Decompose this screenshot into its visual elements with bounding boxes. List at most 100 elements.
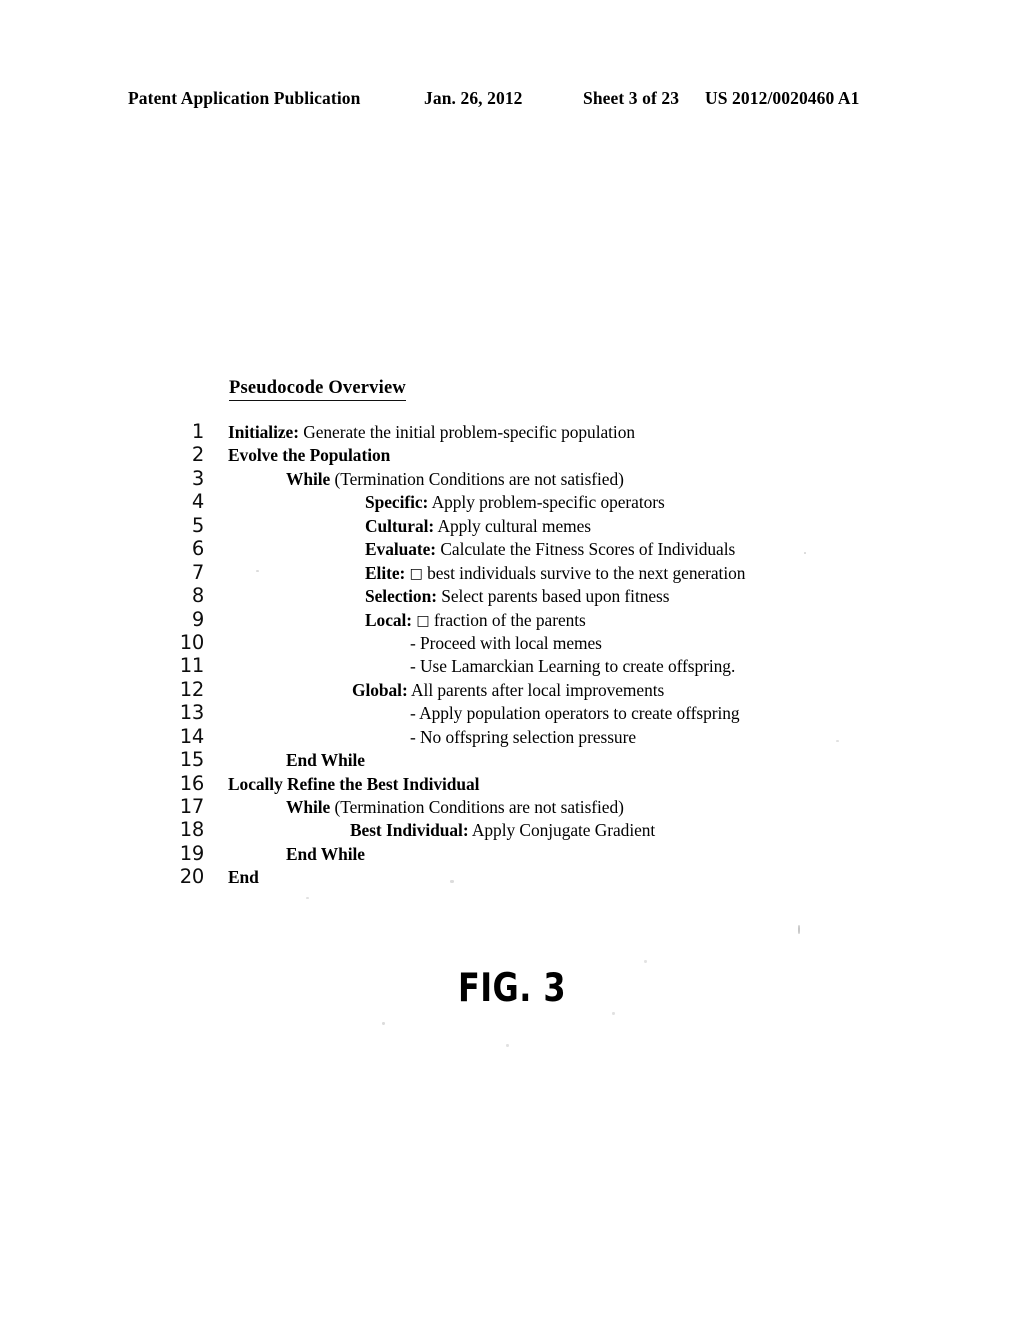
pseudocode-line-number: 3 bbox=[191, 466, 204, 490]
pseudocode-line: 11 - Use Lamarckian Learning to create of… bbox=[0, 655, 1024, 678]
pseudocode-line-text: - No offspring selection pressure bbox=[410, 727, 636, 748]
scan-speckle bbox=[612, 1012, 615, 1015]
pseudocode-line: 12 Global: All parents after local improv… bbox=[0, 679, 1024, 702]
pseudocode-body: Calculate the Fitness Scores of Individu… bbox=[436, 539, 736, 560]
pseudocode-body: Select parents based upon fitness bbox=[436, 586, 670, 607]
document-header: Patent Application Publication Jan. 26, … bbox=[0, 88, 1024, 114]
missing-character-box-icon: □ bbox=[409, 565, 423, 582]
pseudocode-title: Pseudocode Overview bbox=[229, 378, 406, 401]
pseudocode-keyword: Locally Refine the Best Individual bbox=[228, 773, 480, 794]
pseudocode-keyword: Specific: bbox=[365, 492, 429, 513]
pseudocode-line-number: 1 bbox=[191, 420, 204, 443]
pseudocode-body: (Termination Conditions are not satisfie… bbox=[330, 468, 624, 489]
pseudocode-line: 3 While (Termination Conditions are not s… bbox=[0, 468, 1024, 491]
pseudocode-line-number: 14 bbox=[179, 724, 205, 748]
pseudocode-line: 14 - No offspring selection pressure bbox=[0, 726, 1024, 749]
pseudocode-body: - Apply population operators to create o… bbox=[410, 703, 740, 724]
pseudocode-keyword: Local: bbox=[365, 609, 413, 630]
pseudocode-line-number: 15 bbox=[179, 748, 205, 772]
pseudocode-line: 9 Local: □ fraction of the parents bbox=[0, 609, 1024, 632]
pseudocode-body: - No offspring selection pressure bbox=[410, 726, 636, 747]
pseudocode-line-text: - Proceed with local memes bbox=[410, 633, 602, 654]
pseudocode-line-text: Evaluate: Calculate the Fitness Scores o… bbox=[365, 539, 735, 560]
pseudocode-listing: 1 Initialize: Generate the initial proble… bbox=[0, 421, 1024, 890]
pseudocode-line: 6 Evaluate: Calculate the Fitness Scores … bbox=[0, 538, 1024, 561]
scan-speckle bbox=[256, 570, 259, 572]
pseudocode-body: Apply problem-specific operators bbox=[428, 492, 665, 513]
pseudocode-line-number: 20 bbox=[179, 865, 205, 889]
pseudocode-line: 4 Specific: Apply problem-specific operat… bbox=[0, 491, 1024, 514]
pseudocode-line-number: 5 bbox=[191, 513, 204, 537]
pseudocode-line-number: 18 bbox=[179, 818, 205, 842]
pseudocode-line: 20 End bbox=[0, 866, 1024, 889]
scan-speckle bbox=[798, 925, 800, 934]
pseudocode-line-number: 6 bbox=[191, 537, 204, 561]
pseudocode-line: 2 Evolve the Population bbox=[0, 444, 1024, 467]
pseudocode-line-text: Evolve the Population bbox=[228, 445, 390, 466]
pseudocode-keyword: Selection: bbox=[365, 586, 437, 607]
pseudocode-line-text: Initialize: Generate the initial problem… bbox=[228, 422, 635, 443]
pseudocode-line-text: Cultural: Apply cultural memes bbox=[365, 516, 591, 537]
scan-speckle bbox=[804, 552, 806, 554]
pseudocode-keyword: Global: bbox=[352, 679, 408, 700]
scan-speckle bbox=[506, 1044, 509, 1047]
scan-speckle bbox=[382, 1022, 385, 1025]
pseudocode-line-number: 8 bbox=[191, 584, 204, 608]
pseudocode-body: Apply Conjugate Gradient bbox=[468, 820, 656, 841]
scan-speckle bbox=[644, 960, 647, 963]
pseudocode-body: □ best individuals survive to the next g… bbox=[409, 562, 746, 583]
pseudocode-line-text: Elite: □ best individuals survive to the… bbox=[365, 563, 745, 586]
pseudocode-line-text: While (Termination Conditions are not sa… bbox=[286, 469, 624, 490]
pseudocode-line-text: End While bbox=[286, 750, 365, 771]
pseudocode-line: 19 End While bbox=[0, 843, 1024, 866]
pseudocode-line-number: 7 bbox=[191, 560, 204, 584]
pseudocode-line-number: 11 bbox=[179, 654, 205, 678]
pseudocode-keyword: Elite: bbox=[365, 562, 406, 583]
header-publication-label: Patent Application Publication bbox=[128, 88, 361, 108]
pseudocode-line-text: Local: □ fraction of the parents bbox=[365, 610, 586, 633]
pseudocode-line: 18 Best Individual: Apply Conjugate Gradi… bbox=[0, 819, 1024, 842]
figure-caption: FIG. 3 bbox=[457, 966, 566, 1011]
patent-page: Patent Application Publication Jan. 26, … bbox=[0, 0, 1024, 1320]
pseudocode-line-text: While (Termination Conditions are not sa… bbox=[286, 797, 624, 818]
pseudocode-line: 16 Locally Refine the Best Individual bbox=[0, 773, 1024, 796]
pseudocode-line-number: 13 bbox=[179, 701, 205, 725]
pseudocode-line-number: 19 bbox=[179, 841, 205, 865]
scan-speckle bbox=[836, 740, 839, 742]
header-patent-number: US 2012/0020460 A1 bbox=[705, 88, 860, 108]
header-publication-date: Jan. 26, 2012 bbox=[424, 88, 523, 108]
pseudocode-keyword: Evaluate: bbox=[365, 539, 437, 560]
scan-speckle bbox=[450, 880, 454, 883]
pseudocode-line-text: End bbox=[228, 867, 259, 888]
pseudocode-keyword: Cultural: bbox=[365, 515, 435, 536]
pseudocode-line-number: 17 bbox=[179, 795, 205, 818]
pseudocode-body: □ fraction of the parents bbox=[416, 609, 586, 630]
pseudocode-line: 13 - Apply population operators to create… bbox=[0, 702, 1024, 725]
pseudocode-line: 1 Initialize: Generate the initial proble… bbox=[0, 421, 1024, 444]
pseudocode-line-text: - Apply population operators to create o… bbox=[410, 703, 740, 724]
pseudocode-line-number: 16 bbox=[179, 771, 205, 795]
missing-character-box-icon: □ bbox=[416, 612, 430, 629]
pseudocode-body: - Proceed with local memes bbox=[410, 632, 602, 653]
pseudocode-line-text: - Use Lamarckian Learning to create offs… bbox=[410, 656, 735, 677]
pseudocode-line-number: 4 bbox=[191, 490, 204, 514]
pseudocode-line: 8 Selection: Select parents based upon fi… bbox=[0, 585, 1024, 608]
pseudocode-body: Generate the initial problem-specific po… bbox=[298, 422, 636, 442]
pseudocode-body: (Termination Conditions are not satisfie… bbox=[330, 797, 624, 817]
pseudocode-line-number: 9 bbox=[191, 607, 204, 631]
pseudocode-line-text: Global: All parents after local improvem… bbox=[352, 680, 664, 701]
pseudocode-line: 5 Cultural: Apply cultural memes bbox=[0, 515, 1024, 538]
pseudocode-line-text: Specific: Apply problem-specific operato… bbox=[365, 492, 665, 513]
pseudocode-keyword: End While bbox=[286, 843, 365, 864]
pseudocode-line-number: 12 bbox=[179, 677, 205, 701]
pseudocode-body: - Use Lamarckian Learning to create offs… bbox=[410, 656, 736, 677]
pseudocode-keyword: Initialize: bbox=[228, 422, 299, 442]
pseudocode-keyword: End While bbox=[286, 750, 365, 771]
pseudocode-body: Apply cultural memes bbox=[434, 515, 592, 536]
pseudocode-line: 15 End While bbox=[0, 749, 1024, 772]
scan-speckle bbox=[306, 897, 309, 899]
pseudocode-body: All parents after local improvements bbox=[407, 679, 665, 700]
pseudocode-line-text: Selection: Select parents based upon fit… bbox=[365, 586, 670, 607]
pseudocode-keyword: While bbox=[286, 468, 331, 489]
pseudocode-line: 10 - Proceed with local memes bbox=[0, 632, 1024, 655]
